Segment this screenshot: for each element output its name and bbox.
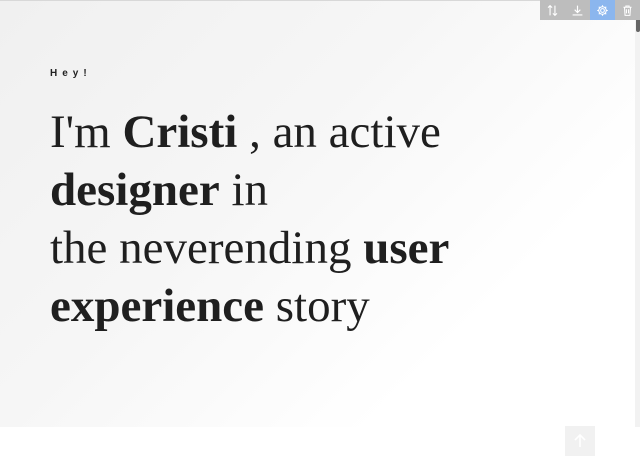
headline-text: in	[219, 164, 269, 216]
sort-button[interactable]	[540, 0, 565, 20]
headline-text: the neverending	[50, 222, 364, 274]
headline-text: , an active	[237, 106, 441, 158]
download-button[interactable]	[565, 0, 590, 20]
trash-icon	[623, 5, 632, 16]
headline-role: designer	[50, 164, 220, 216]
gear-icon	[597, 4, 608, 16]
sort-icon	[547, 4, 558, 16]
toolbar	[540, 0, 640, 20]
headline-emphasis: experience	[50, 280, 265, 332]
headline: I'm Cristi , an active designer in the ne…	[50, 103, 590, 335]
arrow-up-icon	[574, 433, 586, 447]
headline-emphasis: user	[363, 222, 450, 274]
headline-name: Cristi	[122, 106, 238, 158]
delete-button[interactable]	[615, 0, 640, 20]
headline-text: story	[264, 280, 370, 332]
settings-button[interactable]	[590, 0, 615, 20]
greeting-text: Hey!	[50, 68, 92, 79]
back-to-top-button[interactable]	[565, 426, 595, 456]
headline-text: I'm	[50, 106, 123, 158]
download-icon	[572, 5, 583, 16]
scrollbar[interactable]	[635, 0, 640, 427]
page: Hey! I'm Cristi , an active designer in t…	[0, 0, 640, 469]
hero-section: Hey! I'm Cristi , an active designer in t…	[0, 0, 635, 427]
